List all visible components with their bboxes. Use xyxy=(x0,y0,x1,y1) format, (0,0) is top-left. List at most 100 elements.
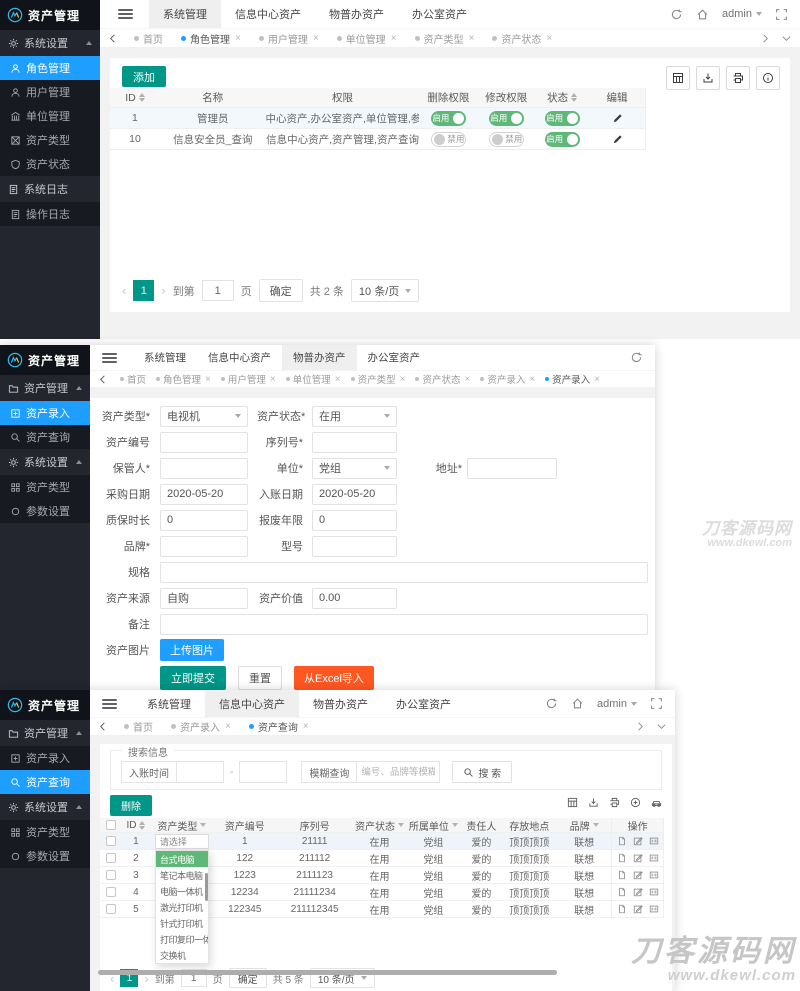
nav-tab[interactable]: 系统管理 xyxy=(133,690,205,717)
close-icon[interactable]: × xyxy=(529,374,535,385)
add-button[interactable]: 添加 xyxy=(122,66,166,87)
export-icon[interactable] xyxy=(588,797,599,808)
upload-image-button[interactable]: 上传图片 xyxy=(160,639,224,661)
purchase-date-input[interactable] xyxy=(160,484,248,505)
edit-icon[interactable] xyxy=(633,904,643,914)
filter-icon[interactable] xyxy=(200,823,206,827)
asset-type-select[interactable]: 电视机 xyxy=(160,406,248,427)
tabs-scroll-left-icon[interactable] xyxy=(90,374,115,385)
row-checkbox[interactable] xyxy=(106,836,116,846)
column-header[interactable]: 存放地点 xyxy=(501,818,557,833)
spec-input[interactable] xyxy=(160,562,648,583)
sidebar-section-asset-management[interactable]: 资产管理 xyxy=(0,720,90,746)
keeper-input[interactable] xyxy=(160,458,248,479)
source-input[interactable] xyxy=(160,588,248,609)
menu-toggle-icon[interactable] xyxy=(102,699,117,709)
column-header[interactable]: 品牌 xyxy=(557,818,611,833)
user-menu[interactable]: admin xyxy=(597,698,637,710)
menu-toggle-icon[interactable] xyxy=(102,353,117,363)
column-header[interactable]: 编辑 xyxy=(589,88,645,108)
sidebar-item-role-management[interactable]: 角色管理 xyxy=(0,56,100,80)
column-header[interactable]: 资产类型 xyxy=(150,818,214,833)
excel-import-button[interactable]: 从Excel导入 xyxy=(294,666,374,690)
sidebar-item-asset-type[interactable]: 资产类型 xyxy=(0,820,90,844)
sidebar-item-unit-management[interactable]: 单位管理 xyxy=(0,104,100,128)
close-icon[interactable]: × xyxy=(205,374,211,385)
more-tools-icon[interactable] xyxy=(651,797,662,808)
sidebar-item-user-management[interactable]: 用户管理 xyxy=(0,80,100,104)
breadcrumb-tab[interactable]: 首页× xyxy=(115,371,151,387)
column-header[interactable]: 资产状态 xyxy=(354,818,406,833)
breadcrumb-tab[interactable]: 首页× xyxy=(115,718,162,735)
close-icon[interactable]: × xyxy=(469,33,475,44)
breadcrumb-tab[interactable]: 单位管理× xyxy=(328,29,406,47)
breadcrumb-tab[interactable]: 用户管理× xyxy=(216,371,281,387)
column-header[interactable]: 状态 xyxy=(535,88,589,108)
edit-icon[interactable] xyxy=(633,887,643,897)
modify-permission-toggle[interactable]: 禁用 xyxy=(489,132,524,147)
fuzzy-search-input[interactable] xyxy=(356,761,440,783)
sidebar-section-system-settings[interactable]: 系统设置 xyxy=(0,794,90,820)
breadcrumb-tab[interactable]: 角色管理× xyxy=(172,29,250,47)
delete-permission-toggle[interactable]: 禁用 xyxy=(431,132,466,147)
date-to-input[interactable] xyxy=(239,761,287,783)
asset-status-select[interactable]: 在用 xyxy=(312,406,397,427)
table-row[interactable]: 10 信息安全员_查询 信息中心资产,资产管理,资产查询 禁用 禁用 启用 xyxy=(110,129,645,150)
confirm-button[interactable]: 确定 xyxy=(259,279,303,302)
app-logo[interactable]: 资产管理 xyxy=(0,690,90,720)
home-icon[interactable] xyxy=(571,697,584,710)
close-icon[interactable]: × xyxy=(464,374,470,385)
export-icon[interactable] xyxy=(696,66,720,90)
sidebar-item-operation-log[interactable]: 操作日志 xyxy=(0,202,100,226)
nav-tab[interactable]: 信息中心资产 xyxy=(205,690,299,717)
filter-icon[interactable] xyxy=(593,823,599,827)
nav-tab[interactable]: 信息中心资产 xyxy=(221,0,315,28)
row-checkbox[interactable] xyxy=(106,853,116,863)
row-checkbox[interactable] xyxy=(106,887,116,897)
close-icon[interactable]: × xyxy=(270,374,276,385)
sort-icon[interactable] xyxy=(139,821,145,830)
nav-tab[interactable]: 系统管理 xyxy=(133,345,197,370)
filter-columns-icon[interactable] xyxy=(567,797,578,808)
nav-tab[interactable]: 物普办资产 xyxy=(282,345,357,370)
reset-button[interactable]: 重置 xyxy=(238,666,282,690)
card-icon[interactable] xyxy=(649,904,659,914)
breadcrumb-tab[interactable]: 资产状态× xyxy=(483,29,561,47)
sidebar-item-asset-status[interactable]: 资产状态 xyxy=(0,152,100,176)
print-icon[interactable] xyxy=(726,66,750,90)
close-icon[interactable]: × xyxy=(400,374,406,385)
sidebar-item-asset-type[interactable]: 资产类型 xyxy=(0,128,100,152)
breadcrumb-tab[interactable]: 资产录入× xyxy=(475,371,540,387)
sidebar-section-asset-management[interactable]: 资产管理 xyxy=(0,375,90,401)
model-input[interactable] xyxy=(312,536,397,557)
menu-toggle-icon[interactable] xyxy=(118,9,133,19)
dropdown-option[interactable]: 台式电脑 xyxy=(156,851,208,867)
column-header[interactable]: 序列号 xyxy=(276,818,354,833)
sidebar-item-parameter-settings[interactable]: 参数设置 xyxy=(0,499,90,523)
card-icon[interactable] xyxy=(649,887,659,897)
column-header[interactable]: 权限 xyxy=(266,88,420,108)
user-menu[interactable]: admin xyxy=(722,8,762,20)
chevron-right-icon[interactable] xyxy=(760,33,771,44)
breadcrumb-tab[interactable]: 角色管理× xyxy=(151,371,216,387)
status-toggle[interactable]: 启用 xyxy=(545,111,580,126)
add-circle-icon[interactable] xyxy=(630,797,641,808)
row-checkbox[interactable] xyxy=(106,904,116,914)
sort-icon[interactable] xyxy=(139,93,145,102)
close-icon[interactable]: × xyxy=(313,33,319,44)
filter-icon[interactable] xyxy=(452,823,458,827)
home-icon[interactable] xyxy=(696,8,709,21)
close-icon[interactable]: × xyxy=(335,374,341,385)
submit-button[interactable]: 立即提交 xyxy=(160,666,226,690)
filter-columns-icon[interactable] xyxy=(666,66,690,90)
nav-tab[interactable]: 信息中心资产 xyxy=(197,345,282,370)
column-header[interactable]: 修改权限 xyxy=(477,88,535,108)
tabs-scroll-left-icon[interactable] xyxy=(90,721,115,732)
refresh-icon[interactable] xyxy=(630,351,643,364)
nav-tab[interactable]: 物普办资产 xyxy=(315,0,398,28)
address-input[interactable] xyxy=(467,458,557,479)
select-all-checkbox[interactable] xyxy=(106,820,116,830)
breadcrumb-tab[interactable]: 资产录入× xyxy=(162,718,240,735)
info-icon[interactable] xyxy=(756,66,780,90)
refresh-icon[interactable] xyxy=(545,697,558,710)
